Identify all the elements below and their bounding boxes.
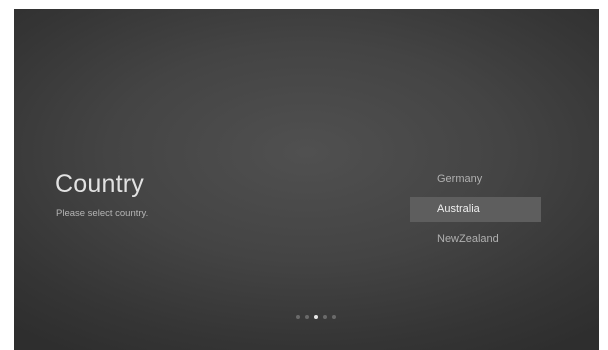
page-subtitle: Please select country. <box>56 208 149 219</box>
country-option-germany[interactable]: Germany <box>410 167 541 192</box>
page-dot-3 <box>314 315 318 319</box>
page-dot-5 <box>332 315 336 319</box>
setup-screen: Country Please select country. Germany A… <box>14 9 599 350</box>
country-list: Germany Australia NewZealand <box>410 167 541 257</box>
page-dot-2 <box>305 315 309 319</box>
page-dot-1 <box>296 315 300 319</box>
country-option-newzealand[interactable]: NewZealand <box>410 227 541 252</box>
country-option-australia[interactable]: Australia <box>410 197 541 222</box>
page-dot-4 <box>323 315 327 319</box>
page-title: Country <box>55 170 144 198</box>
page-indicator <box>296 315 336 319</box>
